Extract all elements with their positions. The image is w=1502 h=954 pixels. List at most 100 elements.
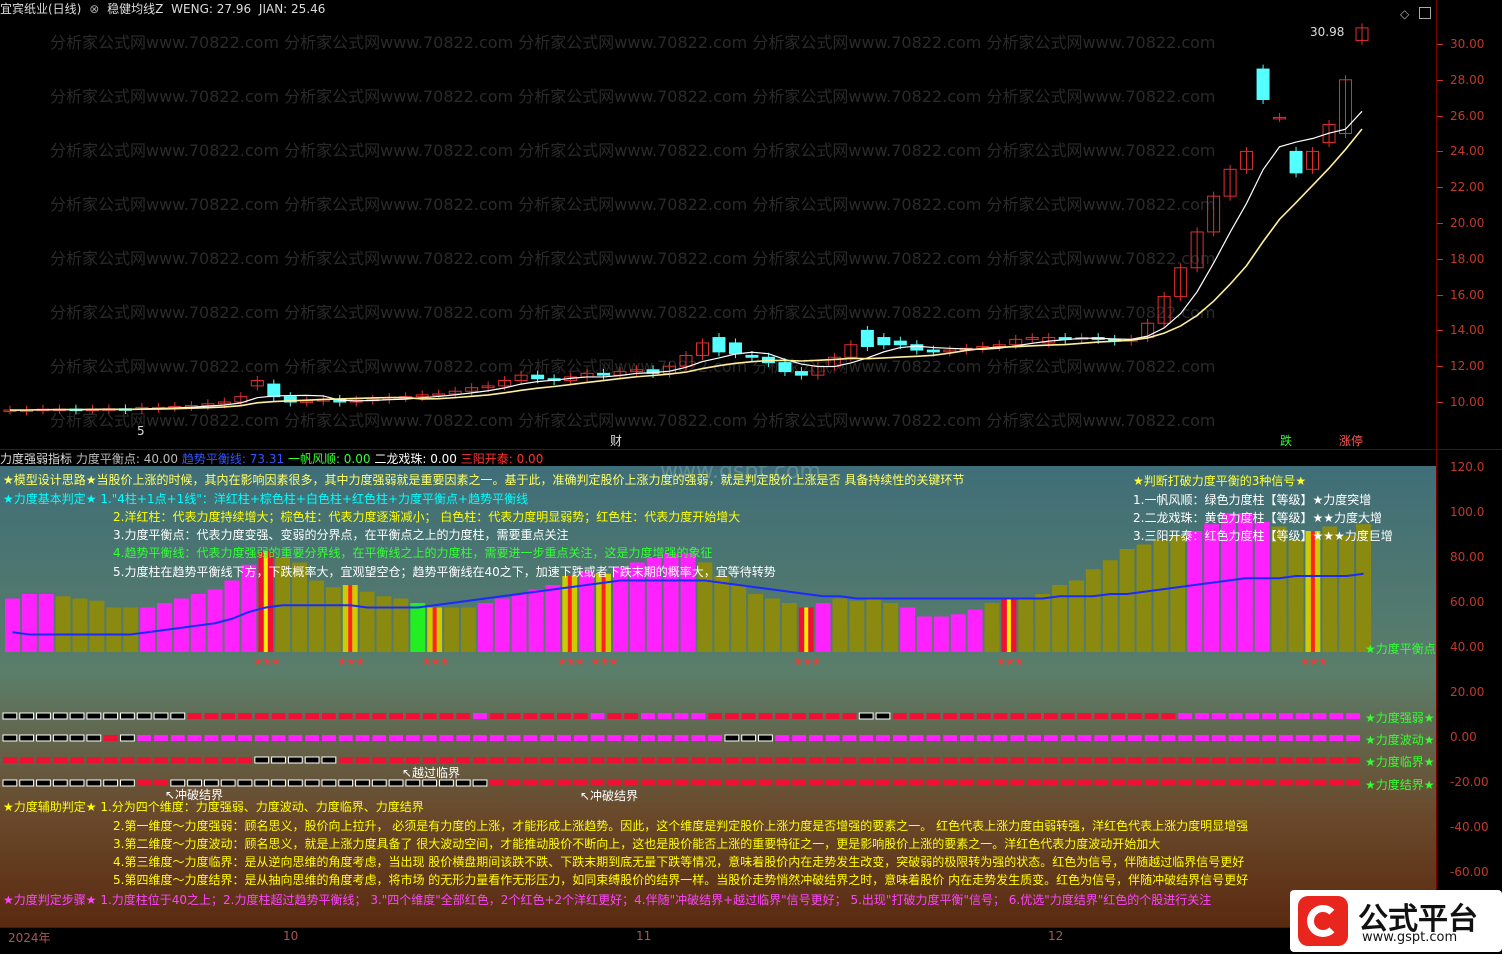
strength-bar[interactable] bbox=[444, 607, 459, 653]
price-chart[interactable]: 分析家公式网www.70822.com 分析家公式网www.70822.com … bbox=[0, 20, 1436, 450]
strength-bar[interactable] bbox=[917, 616, 932, 653]
strength-bar[interactable] bbox=[55, 596, 71, 652]
strength-bar[interactable] bbox=[1069, 580, 1084, 653]
candle-body[interactable] bbox=[910, 344, 924, 351]
candle-body[interactable] bbox=[1256, 68, 1270, 100]
strength-bar[interactable] bbox=[461, 607, 476, 653]
strength-bar[interactable] bbox=[1119, 549, 1135, 652]
strength-bar[interactable] bbox=[1052, 585, 1067, 652]
strength-bar[interactable] bbox=[309, 580, 324, 653]
candle-body[interactable] bbox=[531, 374, 545, 380]
stock-name[interactable]: 宜宾纸业(日线) bbox=[0, 2, 81, 16]
strength-bar[interactable] bbox=[1170, 535, 1186, 653]
price-tick bbox=[1437, 151, 1443, 153]
strength-bar[interactable] bbox=[1288, 540, 1304, 652]
strength-bar[interactable] bbox=[883, 603, 899, 652]
strength-bar[interactable] bbox=[1339, 535, 1355, 653]
strength-bar[interactable] bbox=[1035, 594, 1051, 652]
strength-bar[interactable] bbox=[89, 600, 105, 652]
strength-bar[interactable] bbox=[173, 598, 189, 653]
strength-bar[interactable] bbox=[967, 609, 983, 652]
strength-bar[interactable] bbox=[933, 616, 949, 653]
dimension-cell-strong bbox=[792, 713, 806, 719]
strength-bar[interactable] bbox=[1187, 531, 1203, 652]
balance-value: 力度平衡点: 40.00 bbox=[75, 452, 179, 466]
maximize-icon[interactable] bbox=[1419, 7, 1431, 19]
indicator-settings-icon[interactable]: ⊗ bbox=[89, 2, 99, 16]
dimension-cell-critical bbox=[304, 756, 320, 764]
strength-bar[interactable] bbox=[950, 614, 966, 652]
strength-bar[interactable] bbox=[1085, 569, 1101, 652]
candle-body[interactable] bbox=[893, 340, 907, 346]
dimension-cell-strong bbox=[288, 713, 303, 719]
strength-bar[interactable] bbox=[376, 596, 392, 652]
strength-bar[interactable] bbox=[477, 603, 493, 652]
candle-body[interactable] bbox=[860, 329, 874, 348]
dimension-cell-critical bbox=[1346, 757, 1360, 763]
strength-bar[interactable] bbox=[866, 598, 882, 653]
strength-bar[interactable] bbox=[511, 594, 527, 652]
strength-bar[interactable] bbox=[1153, 540, 1169, 652]
candle-body[interactable] bbox=[728, 342, 742, 355]
dimension-cell-strong bbox=[960, 713, 974, 719]
candle-body[interactable] bbox=[877, 337, 891, 346]
candle-body[interactable] bbox=[794, 371, 808, 376]
dimension-cell-wave bbox=[1094, 735, 1109, 741]
candle-body[interactable] bbox=[597, 372, 611, 376]
dimension-cell-boundary bbox=[86, 779, 102, 787]
strength-bar[interactable] bbox=[714, 576, 730, 652]
strength-bar[interactable] bbox=[38, 594, 54, 652]
strength-bar[interactable] bbox=[21, 594, 37, 652]
strength-bar[interactable] bbox=[1136, 544, 1152, 653]
dimension-cell-strong bbox=[1346, 713, 1360, 719]
strength-bar[interactable] bbox=[832, 598, 848, 653]
dimension-cell-critical bbox=[557, 757, 571, 763]
indicator-title[interactable]: 力度强弱指标 bbox=[0, 452, 72, 466]
strength-bar[interactable] bbox=[494, 598, 510, 653]
dimension-cell-wave bbox=[674, 735, 689, 741]
strength-bar[interactable] bbox=[781, 603, 797, 652]
strength-bar[interactable] bbox=[849, 600, 865, 652]
candle-body[interactable] bbox=[778, 362, 792, 373]
strength-bar[interactable] bbox=[207, 589, 223, 653]
strength-bar[interactable] bbox=[140, 607, 155, 653]
diamond-icon[interactable]: ◇ bbox=[1400, 7, 1409, 21]
strength-bar[interactable] bbox=[545, 585, 561, 652]
strength-bar[interactable] bbox=[984, 603, 1000, 652]
strength-bar[interactable] bbox=[325, 587, 341, 652]
strength-bar[interactable] bbox=[1018, 598, 1034, 653]
strength-bar[interactable] bbox=[72, 598, 88, 653]
dimension-cell-wave bbox=[1262, 735, 1277, 741]
strength-bar[interactable] bbox=[410, 603, 426, 652]
dimension-cell-critical bbox=[287, 756, 303, 764]
strength-bar[interactable] bbox=[123, 607, 139, 653]
strength-bar[interactable] bbox=[528, 589, 544, 653]
date-label-nov: 11 bbox=[636, 929, 652, 943]
strength-bar[interactable] bbox=[765, 598, 780, 653]
dimension-cell-strong bbox=[909, 713, 924, 719]
dimension-cell-boundary bbox=[641, 780, 655, 786]
strength-bar[interactable] bbox=[748, 594, 763, 652]
strength-bar[interactable] bbox=[1271, 526, 1287, 653]
price-tick-label: 12.00 bbox=[1450, 359, 1485, 374]
candle-body[interactable] bbox=[267, 383, 281, 398]
strength-bar[interactable] bbox=[731, 585, 747, 652]
indicator-name[interactable]: 稳健均线Z bbox=[107, 2, 163, 16]
trend-value: 趋势平衡线: 73.31 bbox=[181, 452, 285, 466]
dimension-cell-boundary bbox=[170, 779, 186, 787]
strength-bar[interactable] bbox=[157, 603, 172, 652]
signal-star-icon: ★★★ bbox=[794, 657, 821, 668]
candle-body[interactable] bbox=[712, 337, 726, 353]
strength-bar[interactable] bbox=[1322, 526, 1338, 653]
strength-bar[interactable] bbox=[815, 603, 831, 652]
strength-bar[interactable] bbox=[900, 607, 915, 653]
strength-bar[interactable] bbox=[1102, 560, 1118, 652]
strength-bar[interactable] bbox=[5, 598, 20, 653]
strength-bar[interactable] bbox=[190, 594, 206, 652]
price-tick bbox=[1437, 366, 1443, 368]
candle-body[interactable] bbox=[745, 354, 759, 358]
strength-bar[interactable] bbox=[359, 591, 375, 652]
candle-body[interactable] bbox=[926, 349, 940, 353]
strength-bar[interactable] bbox=[106, 607, 122, 653]
candle-body[interactable] bbox=[1289, 150, 1303, 174]
